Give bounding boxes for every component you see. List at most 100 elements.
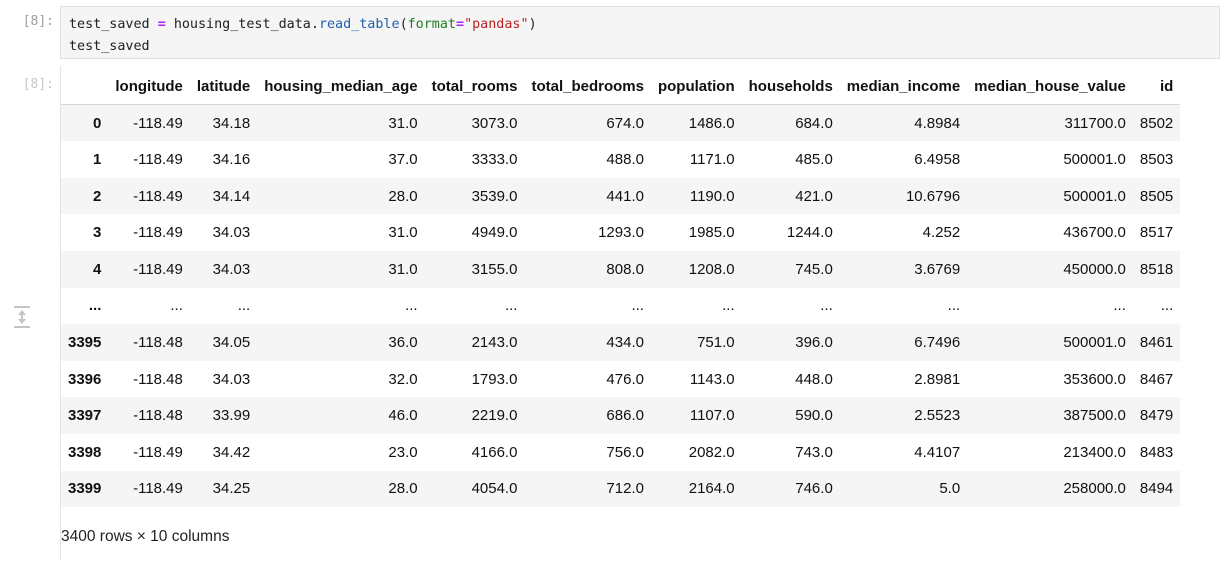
output-area: longitude latitude housing_median_age total… xyxy=(60,66,1222,561)
table-cell: 3155.0 xyxy=(471,260,518,278)
table-cell: 2082.0 xyxy=(688,443,735,461)
table-cell: 1793.0 xyxy=(471,370,518,388)
table-row: 3399 -118.49 34.25 28.0 4054.0 712.0 2164.0 746… xyxy=(61,470,1181,508)
table-cell: 311700.0 xyxy=(1064,114,1126,132)
table-cell: 808.0 xyxy=(606,260,644,278)
row-index: 1 xyxy=(93,150,102,168)
table-cell: 8494 xyxy=(1139,480,1174,498)
table-cell: 4054.0 xyxy=(471,480,518,498)
table-cell: -118.49 xyxy=(133,260,183,278)
row-index: 4 xyxy=(93,260,102,278)
table-row: 3 -118.49 34.03 31.0 4949.0 1293.0 1985.0 1244.… xyxy=(61,214,1181,251)
table-cell: 4949.0 xyxy=(471,224,518,242)
code-object: housing_test_data. xyxy=(173,17,319,32)
table-cell: 4.4107 xyxy=(914,443,961,461)
table-cell: 746.0 xyxy=(795,480,833,498)
table-cell: 2.8981 xyxy=(914,370,961,388)
row-index: 2 xyxy=(93,187,102,205)
table-cell: 500001.0 xyxy=(1063,187,1126,205)
table-cell: 450000.0 xyxy=(1063,260,1126,278)
table-cell: 8502 xyxy=(1139,114,1174,132)
table-cell: 2164.0 xyxy=(688,480,735,498)
table-cell: 500001.0 xyxy=(1063,333,1126,351)
table-cell: -118.48 xyxy=(133,370,183,388)
table-row: 0 -118.49 34.18 31.0 3073.0 674.0 1486.0 684.0 4… xyxy=(61,104,1181,142)
row-index: 3398 xyxy=(68,443,102,461)
table-cell: 1985.0 xyxy=(688,224,735,242)
output-prompt: [8]: xyxy=(22,77,54,92)
code-editor[interactable]: test_saved = housing_test_data.read_tabl… xyxy=(60,6,1220,59)
table-cell: 488.0 xyxy=(606,150,644,168)
column-header-households: households xyxy=(741,68,840,106)
input-prompt: [8]: xyxy=(22,14,54,29)
table-row: 3398 -118.49 34.42 23.0 4166.0 756.0 2082.0 743… xyxy=(61,433,1181,471)
code-paren-open: ( xyxy=(399,17,408,32)
column-header-median-house-value: median_house_value xyxy=(967,68,1133,106)
collapse-output-icon[interactable] xyxy=(12,305,32,329)
table-cell: 33.99 xyxy=(212,407,251,425)
table-cell: 258000.0 xyxy=(1063,480,1126,498)
table-cell: 2219.0 xyxy=(471,407,518,425)
table-cell: 34.14 xyxy=(212,187,251,205)
table-cell: -118.48 xyxy=(133,333,183,351)
table-cell: 46.0 xyxy=(388,407,418,425)
table-cell: ... xyxy=(722,297,735,315)
table-cell: 1171.0 xyxy=(689,150,735,168)
column-header-total-rooms: total_rooms xyxy=(424,68,525,106)
table-cell: 500001.0 xyxy=(1063,150,1126,168)
code-kwarg-equals: = xyxy=(456,17,465,32)
code-paren-close: ) xyxy=(528,17,537,32)
table-cell: 751.0 xyxy=(697,333,735,351)
code-assign-operator: = xyxy=(157,17,166,32)
code-kwarg: format xyxy=(407,17,456,32)
table-row: 2 -118.49 34.14 28.0 3539.0 441.0 1190.0 421.0 1… xyxy=(61,177,1181,215)
table-cell: ... xyxy=(237,297,251,315)
table-header-row: longitude latitude housing_median_age total… xyxy=(61,68,1181,106)
table-cell: 8517 xyxy=(1139,224,1174,242)
table-cell: 1190.0 xyxy=(689,187,735,205)
table-cell: 8505 xyxy=(1139,187,1174,205)
table-cell: -118.49 xyxy=(133,114,183,132)
table-cell: 8518 xyxy=(1139,260,1174,278)
table-cell: 1293.0 xyxy=(598,224,644,242)
table-cell: ... xyxy=(170,297,183,315)
code-variable: test_saved xyxy=(69,17,150,32)
column-header-id: id xyxy=(1132,68,1181,106)
table-cell: 4166.0 xyxy=(471,443,518,461)
table-cell: 31.0 xyxy=(388,224,418,242)
table-cell: 745.0 xyxy=(795,260,833,278)
table-cell: ... xyxy=(504,297,518,315)
table-cell: 8461 xyxy=(1139,333,1174,351)
table-cell: -118.49 xyxy=(133,224,183,242)
table-cell: 436700.0 xyxy=(1063,224,1126,242)
table-cell: 387500.0 xyxy=(1063,407,1126,425)
table-cell: 1486.0 xyxy=(688,114,735,132)
table-cell: 34.25 xyxy=(212,480,251,498)
table-cell: 34.42 xyxy=(212,443,251,461)
table-cell: 476.0 xyxy=(606,370,644,388)
table-cell: 674.0 xyxy=(606,114,644,132)
row-index: 3399 xyxy=(68,480,102,498)
table-cell: -118.49 xyxy=(133,150,183,168)
table-cell: 34.16 xyxy=(212,150,251,168)
table-cell: 34.03 xyxy=(212,370,251,388)
table-row: 4 -118.49 34.03 31.0 3155.0 808.0 1208.0 745.0 3… xyxy=(61,250,1181,288)
row-index: 3396 xyxy=(68,370,102,388)
table-cell: 3333.0 xyxy=(471,150,518,168)
table-cell: 686.0 xyxy=(606,407,644,425)
table-cell: 1107.0 xyxy=(689,407,735,425)
table-cell: 8483 xyxy=(1139,443,1174,461)
table-cell: 8503 xyxy=(1139,150,1174,168)
column-header-longitude: longitude xyxy=(108,68,190,106)
table-cell: -118.48 xyxy=(133,407,183,425)
table-cell: 213400.0 xyxy=(1063,443,1126,461)
row-index: 3395 xyxy=(68,333,102,351)
code-string: "pandas" xyxy=(464,17,529,32)
table-cell: 34.03 xyxy=(212,224,251,242)
table-cell: 8467 xyxy=(1139,370,1174,388)
table-cell: 32.0 xyxy=(388,370,418,388)
table-cell: 4.8984 xyxy=(914,114,961,132)
row-index: 0 xyxy=(93,114,102,132)
table-cell: 590.0 xyxy=(795,407,833,425)
code-method: read_table xyxy=(318,17,400,32)
